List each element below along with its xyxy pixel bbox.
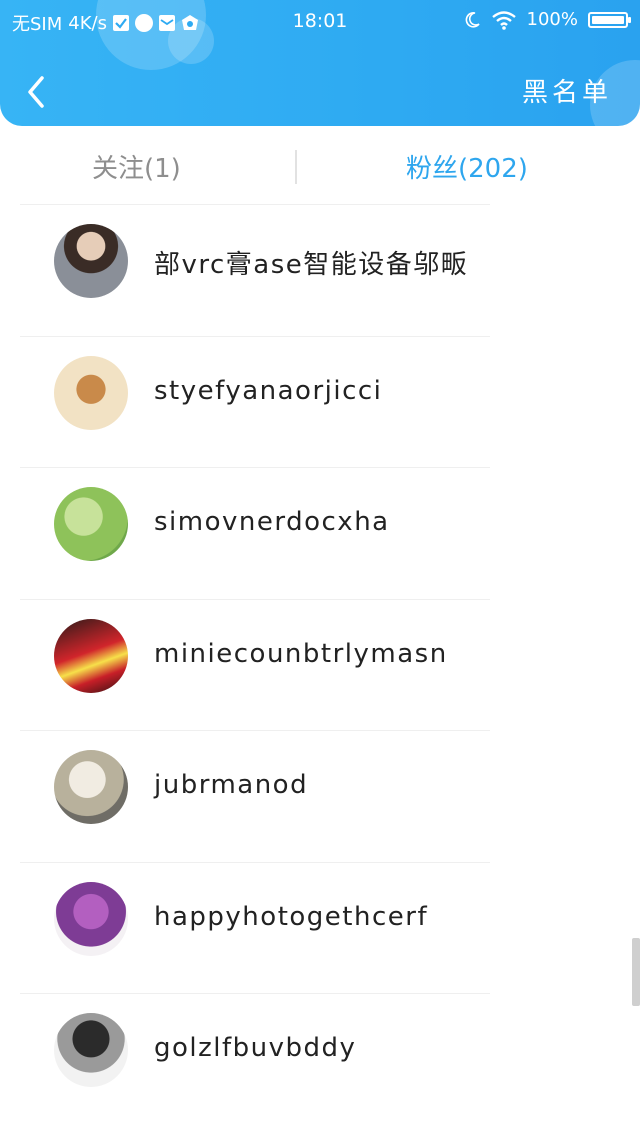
- avatar[interactable]: [54, 487, 128, 561]
- user-name: jubrmanod: [154, 770, 309, 800]
- tab-following[interactable]: 关注(1): [92, 148, 181, 185]
- status-bar: 无SIM 4K/s 18:01 100%: [0, 0, 640, 44]
- scrollbar-thumb[interactable]: [632, 938, 640, 1006]
- list-item[interactable]: miniecounbtrlymasn: [0, 598, 640, 731]
- user-name: styefyanaorjicci: [154, 375, 383, 406]
- divider: [20, 204, 490, 205]
- user-name: golzlfbuvbddy: [154, 1033, 357, 1063]
- avatar[interactable]: [54, 750, 128, 824]
- avatar[interactable]: [54, 355, 128, 430]
- list-item[interactable]: golzlfbuvbddy: [0, 993, 640, 1125]
- tab-fans[interactable]: 粉丝(202): [406, 148, 528, 185]
- divider: [20, 598, 490, 600]
- list-item[interactable]: styefyanaorjicci: [0, 335, 640, 468]
- back-button[interactable]: [18, 70, 54, 114]
- list-item[interactable]: happyhotogethcerf: [0, 861, 640, 994]
- chevron-left-icon: [28, 76, 44, 108]
- status-right: 100%: [463, 9, 631, 30]
- app-header: 无SIM 4K/s 18:01 100% 黑名单: [0, 0, 640, 126]
- user-name: happyhotogethcerf: [154, 901, 429, 932]
- avatar[interactable]: [54, 881, 128, 956]
- avatar[interactable]: [54, 618, 128, 693]
- avatar[interactable]: [54, 1013, 128, 1087]
- divider: [20, 335, 490, 337]
- tab-bar: 关注(1) 粉丝(202): [0, 126, 640, 206]
- user-name: simovnerdocxha: [154, 507, 390, 537]
- moon-icon: [465, 11, 480, 28]
- user-name: miniecounbtrlymasn: [154, 638, 448, 669]
- tab-divider: [295, 150, 297, 184]
- list-item[interactable]: simovnerdocxha: [0, 467, 640, 599]
- avatar[interactable]: [54, 224, 128, 298]
- divider: [20, 730, 490, 731]
- blacklist-button[interactable]: 黑名单: [522, 72, 612, 109]
- list-item[interactable]: jubrmanod: [0, 730, 640, 862]
- divider: [20, 467, 490, 468]
- battery-percent: 100%: [526, 9, 578, 30]
- battery-icon: [588, 11, 631, 28]
- wifi-icon: [491, 10, 516, 30]
- fans-list: 部vrc膏ase智能设备邬畈 styefyanaorjicci simovner…: [0, 204, 640, 1125]
- user-name: 部vrc膏ase智能设备邬畈: [154, 250, 469, 280]
- divider: [20, 861, 490, 863]
- list-item[interactable]: 部vrc膏ase智能设备邬畈: [0, 204, 640, 336]
- divider: [20, 993, 490, 994]
